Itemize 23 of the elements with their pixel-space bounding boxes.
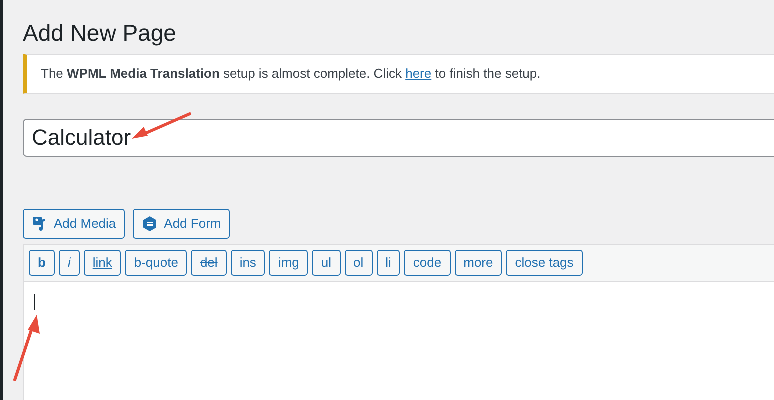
quicktag-button[interactable]: b: [29, 250, 55, 276]
quicktag-button[interactable]: ul: [312, 250, 341, 276]
editor-button[interactable]: Add Media: [23, 209, 126, 239]
quicktag-button[interactable]: ins: [230, 250, 266, 276]
quicktag-button[interactable]: link: [84, 250, 122, 276]
editor-button[interactable]: Add Form: [133, 209, 230, 239]
page-title: Add New Page: [23, 19, 176, 47]
quicktag-button[interactable]: del: [191, 250, 227, 276]
form-icon: [142, 216, 158, 232]
quicktag-button[interactable]: i: [58, 250, 80, 276]
quicktag-button[interactable]: more: [454, 250, 502, 276]
title-field[interactable]: Calculator: [23, 119, 774, 157]
media-icon: [32, 216, 48, 232]
editor-textarea[interactable]: [23, 282, 774, 400]
quicktag-button[interactable]: close tags: [506, 250, 583, 276]
quicktag-button[interactable]: b-quote: [125, 250, 188, 276]
quicktag-button[interactable]: code: [404, 250, 451, 276]
setup-link[interactable]: here: [406, 66, 432, 82]
quicktag-button[interactable]: li: [376, 250, 400, 276]
text-cursor: [34, 294, 35, 310]
quicktag-button[interactable]: ol: [344, 250, 373, 276]
quicktag-button[interactable]: img: [269, 250, 308, 276]
notice-text: The WPML Media Translation setup is almost complete. Click here to finish the setup.: [41, 65, 541, 84]
